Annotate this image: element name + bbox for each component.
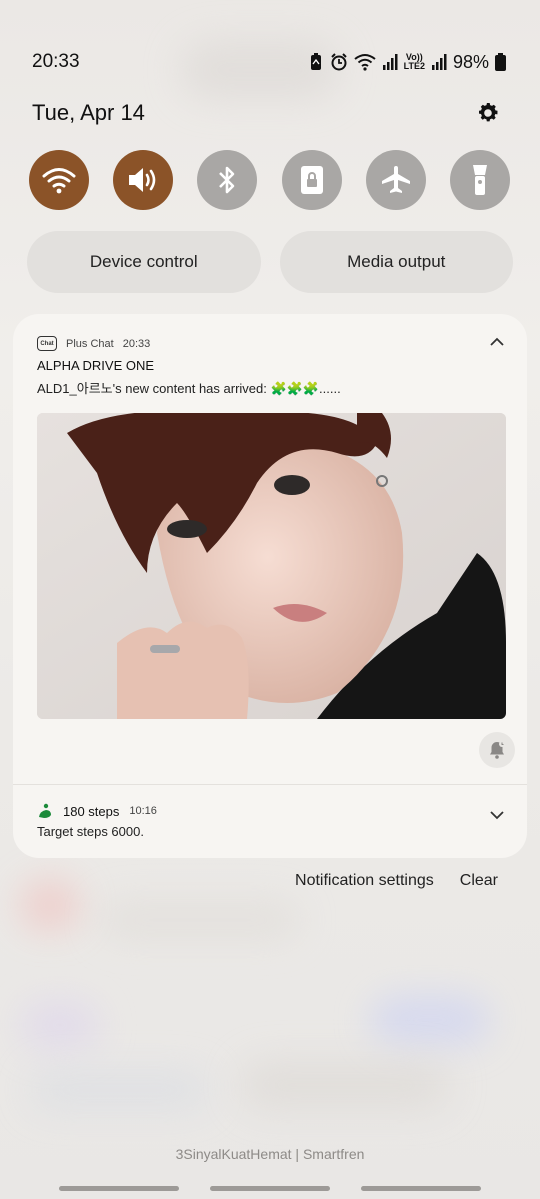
bell-icon (490, 741, 505, 759)
battery-percent: 98% (452, 51, 489, 72)
date-label: Tue, Apr 14 (32, 100, 145, 125)
media-output-button[interactable]: Media output (279, 231, 513, 293)
background-blur (30, 1070, 210, 1110)
wifi-icon (42, 168, 76, 194)
walking-icon (39, 803, 51, 818)
snooze-button[interactable] (479, 732, 515, 768)
lte-label: LTE2 (403, 61, 425, 71)
airplane-icon (381, 166, 410, 193)
network-type: Vo)) LTE2 (404, 53, 425, 71)
sound-toggle[interactable] (113, 150, 174, 210)
notification-panel: Chat Plus Chat 20:33 ALPHA DRIVE ONE ALD… (13, 314, 527, 858)
quick-settings (29, 150, 510, 210)
lock-icon (300, 166, 323, 194)
recycle-icon (310, 53, 321, 70)
signal-icon (382, 54, 398, 70)
signal-icon (431, 54, 447, 70)
nav-back-button[interactable] (361, 1186, 481, 1191)
background-blur (100, 900, 300, 940)
status-time: 20:33 (32, 51, 80, 72)
notification-time: 20:33 (122, 337, 151, 350)
notification-title: ALPHA DRIVE ONE (37, 358, 155, 373)
notification-actions: Notification settings Clear (295, 872, 498, 890)
notification-settings-button[interactable]: Notification settings (295, 872, 434, 890)
steps-text: Target steps 6000. (37, 824, 144, 839)
status-bar: 20:33 Vo)) LTE2 98% (32, 48, 506, 76)
flashlight-icon (472, 165, 487, 195)
gear-icon[interactable] (476, 101, 500, 125)
background-blur (20, 1000, 100, 1050)
chevron-up-icon[interactable] (490, 337, 504, 347)
bluetooth-toggle[interactable] (197, 150, 258, 210)
clear-button[interactable]: Clear (460, 872, 498, 890)
chevron-down-icon[interactable] (490, 810, 504, 820)
nav-home-button[interactable] (210, 1186, 330, 1191)
speaker-icon (129, 168, 156, 192)
portrait-photo (37, 413, 506, 719)
steps-notification-header: 180 steps 10:16 (37, 803, 157, 819)
background-blur (240, 1060, 450, 1110)
steps-time: 10:16 (129, 805, 157, 817)
notification-image[interactable] (37, 413, 506, 719)
navigation-bar (0, 1186, 540, 1192)
chat-app-icon: Chat (37, 336, 57, 351)
status-icons: Vo)) LTE2 98% (308, 52, 506, 73)
nav-recent-button[interactable] (59, 1186, 179, 1191)
carrier-label: 3SinyalKuatHemat | Smartfren (175, 1146, 365, 1162)
device-control-button[interactable]: Device control (27, 231, 261, 293)
notification-divider (13, 784, 527, 785)
alarm-icon (330, 53, 347, 71)
pill-row: Device control Media output (27, 231, 513, 293)
notification-header: Chat Plus Chat 20:33 (37, 336, 150, 351)
notification-app-name: Plus Chat (66, 337, 114, 350)
background-blur (20, 880, 80, 930)
steps-title: 180 steps (63, 803, 120, 819)
airplane-toggle[interactable] (365, 150, 426, 210)
wifi-toggle[interactable] (29, 150, 89, 210)
flashlight-toggle[interactable] (449, 150, 510, 210)
wifi-icon (354, 54, 376, 71)
screen-lock-toggle[interactable] (281, 150, 342, 210)
header-row: Tue, Apr 14 (32, 100, 500, 126)
battery-icon (495, 53, 506, 71)
bluetooth-icon (219, 166, 235, 194)
background-blur (370, 995, 490, 1045)
notification-text: ALD1_아르노's new content has arrived: 🧩🧩🧩.… (37, 381, 341, 396)
